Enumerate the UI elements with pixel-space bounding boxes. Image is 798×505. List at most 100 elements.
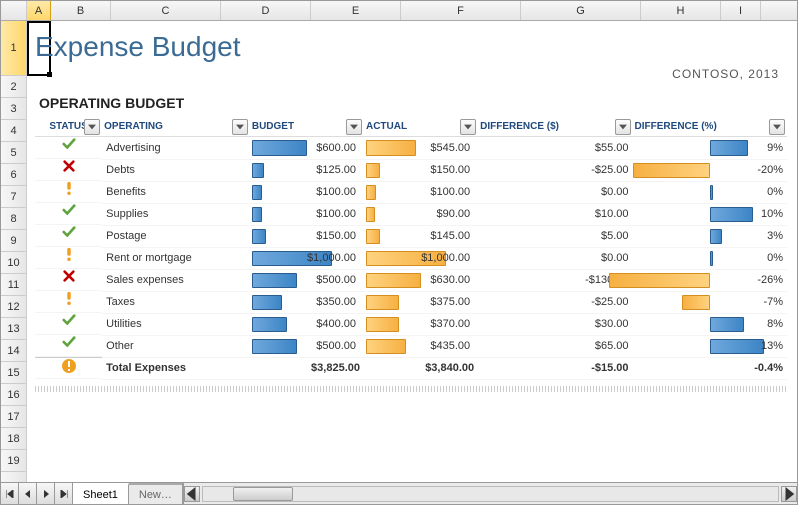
th-status[interactable]: STATUS — [35, 117, 102, 137]
row-header-15[interactable]: 15 — [1, 362, 26, 384]
next-sheet-button[interactable] — [37, 483, 55, 504]
scroll-track[interactable] — [202, 486, 779, 502]
row-header-10[interactable]: 10 — [1, 252, 26, 274]
table-row: Postage$150.00$145.00$5.003% — [35, 225, 787, 247]
total-budget: $3,825.00 — [250, 357, 364, 379]
scroll-thumb[interactable] — [233, 487, 293, 501]
col-header-f[interactable]: F — [401, 1, 521, 20]
th-actual[interactable]: ACTUAL — [364, 117, 478, 137]
row-header-8[interactable]: 8 — [1, 208, 26, 230]
scroll-left-button[interactable] — [184, 486, 200, 502]
table-row: Sales expenses$500.00$630.00-$130.00-26% — [35, 269, 787, 291]
th-diff-pct[interactable]: DIFFERENCE (%) — [633, 117, 787, 137]
table-row: Taxes$350.00$375.00-$25.00-7% — [35, 291, 787, 313]
col-header-d[interactable]: D — [221, 1, 311, 20]
filter-icon[interactable] — [346, 119, 362, 135]
filter-icon[interactable] — [84, 119, 100, 135]
filter-icon[interactable] — [769, 119, 785, 135]
th-budget[interactable]: BUDGET — [250, 117, 364, 137]
status-icon — [35, 203, 102, 225]
row-header-3[interactable]: 3 — [1, 98, 26, 120]
status-icon — [35, 247, 102, 269]
sheet-bar: Sheet1 New… — [1, 482, 797, 504]
budget-table: STATUS OPERATING BUDGET ACTUAL DIFFERENC… — [35, 117, 787, 380]
th-diff-dollar[interactable]: DIFFERENCE ($) — [478, 117, 632, 137]
pct-cell: -26% — [633, 269, 787, 291]
item-name: Rent or mortgage — [102, 247, 250, 269]
row-header-19[interactable]: 19 — [1, 450, 26, 472]
filter-icon[interactable] — [232, 119, 248, 135]
row-header-11[interactable]: 11 — [1, 274, 26, 296]
budget-cell: $400.00 — [250, 313, 364, 335]
scroll-right-button[interactable] — [781, 486, 797, 502]
table-row: Benefits$100.00$100.00$0.000% — [35, 181, 787, 203]
pct-cell: 0% — [633, 181, 787, 203]
sheet-tab-new[interactable]: New… — [129, 483, 183, 504]
diff-cell: $30.00 — [478, 313, 632, 335]
row-header-17[interactable]: 17 — [1, 406, 26, 428]
row-header-6[interactable]: 6 — [1, 164, 26, 186]
budget-cell: $500.00 — [250, 269, 364, 291]
grid: 12345678910111213141516171819 Expense Bu… — [1, 21, 797, 482]
row-header-4[interactable]: 4 — [1, 120, 26, 142]
col-header-e[interactable]: E — [311, 1, 401, 20]
column-headers: ABCDEFGHI — [1, 1, 797, 21]
col-header-c[interactable]: C — [111, 1, 221, 20]
diff-cell: $65.00 — [478, 335, 632, 357]
total-row: Total Expenses $3,825.00 $3,840.00 -$15.… — [35, 357, 787, 379]
actual-cell: $150.00 — [364, 159, 478, 181]
status-icon — [35, 335, 102, 357]
row-header-9[interactable]: 9 — [1, 230, 26, 252]
table-row: Debts$125.00$150.00-$25.00-20% — [35, 159, 787, 181]
row-header-13[interactable]: 13 — [1, 318, 26, 340]
subtitle: CONTOSO, 2013 — [35, 67, 787, 81]
total-diff: -$15.00 — [478, 357, 632, 379]
row-header-7[interactable]: 7 — [1, 186, 26, 208]
col-header-g[interactable]: G — [521, 1, 641, 20]
pct-cell: 8% — [633, 313, 787, 335]
item-name: Other — [102, 335, 250, 357]
actual-cell: $100.00 — [364, 181, 478, 203]
diff-cell: $0.00 — [478, 247, 632, 269]
col-header-h[interactable]: H — [641, 1, 721, 20]
status-icon — [35, 313, 102, 335]
actual-cell: $375.00 — [364, 291, 478, 313]
last-sheet-button[interactable] — [55, 483, 73, 504]
diff-cell: -$25.00 — [478, 291, 632, 313]
diff-cell: -$25.00 — [478, 159, 632, 181]
th-operating[interactable]: OPERATING — [102, 117, 250, 137]
status-icon — [35, 225, 102, 247]
row-header-18[interactable]: 18 — [1, 428, 26, 450]
filter-icon[interactable] — [615, 119, 631, 135]
item-name: Sales expenses — [102, 269, 250, 291]
col-header-i[interactable]: I — [721, 1, 761, 20]
item-name: Utilities — [102, 313, 250, 335]
sheet-tab-sheet1[interactable]: Sheet1 — [73, 483, 129, 504]
warn-total-icon — [35, 357, 102, 379]
status-icon — [35, 137, 102, 159]
col-header-b[interactable]: B — [51, 1, 111, 20]
row-header-12[interactable]: 12 — [1, 296, 26, 318]
first-sheet-button[interactable] — [1, 483, 19, 504]
row-header-1[interactable]: 1 — [1, 21, 26, 76]
row-header-16[interactable]: 16 — [1, 384, 26, 406]
actual-cell: $435.00 — [364, 335, 478, 357]
actual-cell: $545.00 — [364, 137, 478, 160]
pct-cell: 10% — [633, 203, 787, 225]
item-name: Taxes — [102, 291, 250, 313]
actual-cell: $1,000.00 — [364, 247, 478, 269]
row-header-5[interactable]: 5 — [1, 142, 26, 164]
diff-cell: $5.00 — [478, 225, 632, 247]
prev-sheet-button[interactable] — [19, 483, 37, 504]
row-header-14[interactable]: 14 — [1, 340, 26, 362]
filter-icon[interactable] — [460, 119, 476, 135]
col-header-a[interactable]: A — [27, 1, 51, 20]
horizontal-scrollbar — [183, 483, 797, 504]
cells-area[interactable]: Expense Budget CONTOSO, 2013 OPERATING B… — [27, 21, 797, 482]
total-pct: -0.4% — [633, 357, 787, 379]
total-label: Total Expenses — [102, 357, 250, 379]
table-row: Utilities$400.00$370.00$30.008% — [35, 313, 787, 335]
row-header-2[interactable]: 2 — [1, 76, 26, 98]
select-all-corner[interactable] — [1, 1, 27, 20]
diff-cell: $0.00 — [478, 181, 632, 203]
